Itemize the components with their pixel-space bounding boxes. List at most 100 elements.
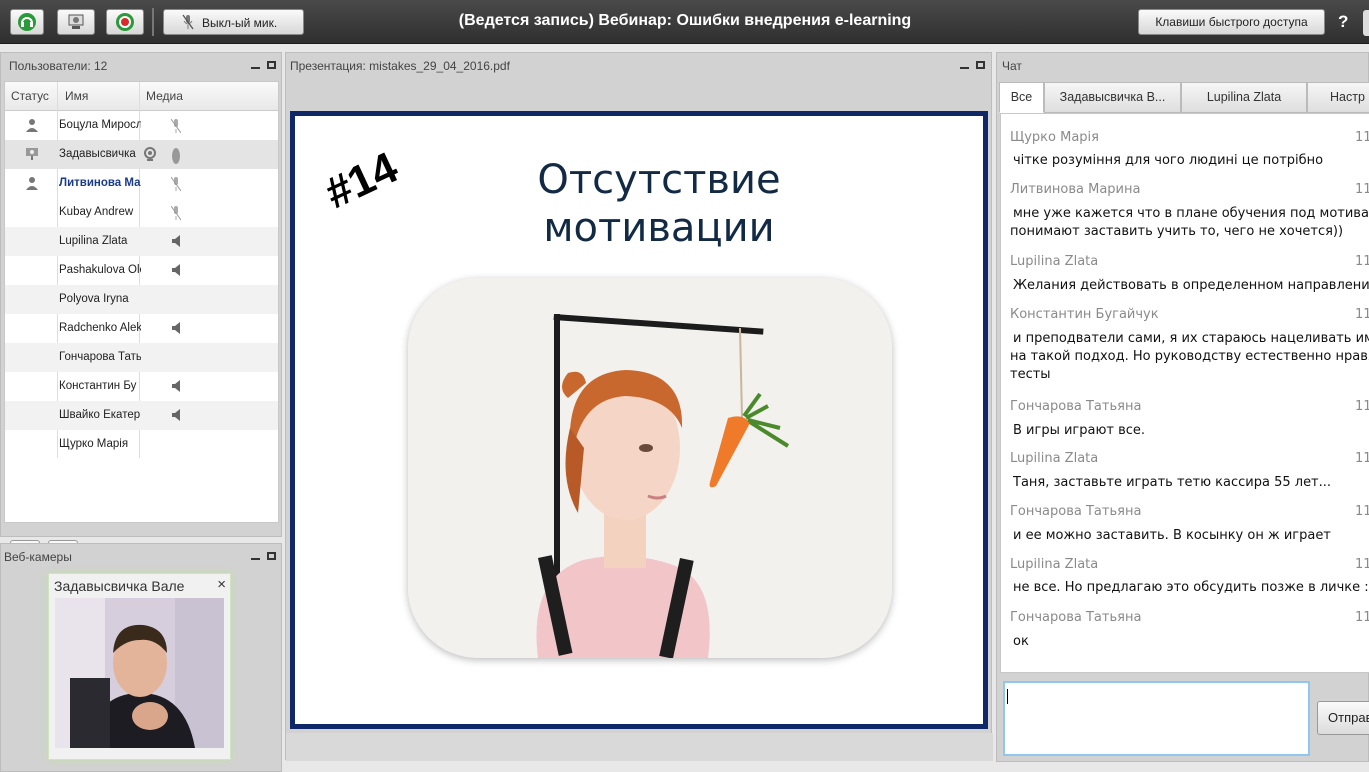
user-row[interactable]: Константин Бу: [5, 372, 278, 401]
message-time: 11: [1355, 399, 1369, 414]
slide-title-line-2: мотивации: [543, 205, 775, 251]
record-button[interactable]: [106, 9, 144, 35]
minimize-icon[interactable]: [251, 67, 260, 69]
users-panel: Пользователи: 12 Статус Имя Медиа Боцула…: [0, 52, 282, 572]
webcam-video-frame: [55, 598, 224, 748]
message-text: понимают заставить учить то, чего не хоч…: [1010, 224, 1344, 239]
message-sender: Литвинова Марина: [1010, 182, 1141, 197]
tab-all[interactable]: Все: [999, 82, 1044, 113]
speaker-icon: [172, 322, 180, 334]
maximize-icon[interactable]: [267, 552, 276, 560]
minimize-icon[interactable]: [251, 558, 260, 560]
speaker-icon: [172, 409, 180, 421]
mic-off-icon: [171, 205, 181, 221]
mic-off-icon: [171, 176, 181, 192]
message-time: 11: [1355, 557, 1369, 572]
top-toolbar: Выкл-ый мик. (Ведется запись) Вебинар: О…: [0, 0, 1369, 44]
user-name-current: Литвинова Ма: [59, 177, 141, 189]
logout-button[interactable]: [1363, 10, 1369, 36]
slide-title: Отсутствие мотивации: [295, 156, 983, 252]
speaker-icon: [172, 264, 180, 276]
webcam-window[interactable]: Задавысвичка Вале ×: [48, 573, 231, 760]
message-time: 11: [1355, 182, 1369, 197]
toolbar-separator: [152, 8, 154, 36]
webinar-app: Выкл-ый мик. (Ведется запись) Вебинар: О…: [0, 0, 1369, 772]
message-time: 11: [1355, 610, 1369, 625]
user-row[interactable]: Radchenko Alek: [5, 314, 278, 343]
send-button[interactable]: Отправ: [1317, 701, 1369, 735]
column-header-name[interactable]: Имя: [65, 89, 88, 103]
close-icon[interactable]: ×: [217, 576, 226, 593]
presentation-slide: #14 Отсутствие мотивации: [290, 111, 988, 729]
user-name: Lupilina Zlata: [59, 235, 128, 247]
help-button[interactable]: ?: [1338, 12, 1348, 32]
message-time: 11: [1355, 307, 1369, 322]
message-sender: Гончарова Татьяна: [1010, 504, 1142, 519]
user-name: Швайко Екатер: [59, 409, 141, 421]
presenter-icon: [26, 148, 38, 160]
user-row[interactable]: Гончарова Тать: [5, 343, 278, 372]
carrot-on-stick-image: [408, 278, 892, 658]
user-name: Radchenko Alek: [59, 322, 141, 334]
tab-private-lupilina[interactable]: Lupilina Zlata: [1181, 82, 1307, 113]
message-sender: Щурко Марія: [1010, 130, 1099, 145]
chat-panel-title: Чат: [1002, 59, 1022, 73]
tab-private-zadavysvichka[interactable]: Задавысвичка В...: [1044, 82, 1181, 113]
presentation-panel: Презентация: mistakes_29_04_2016.pdf #14…: [285, 52, 993, 761]
message-text: тесты: [1010, 367, 1051, 382]
message-time: 11: [1355, 451, 1369, 466]
message-text: Желания действовать в определенном напра…: [1013, 278, 1369, 293]
mic-active-icon: [172, 148, 180, 164]
user-row[interactable]: Швайко Екатер: [5, 401, 278, 430]
user-name: Kubay Andrew: [59, 206, 134, 218]
minimize-icon[interactable]: [960, 67, 969, 69]
users-panel-title: Пользователи: 12: [9, 59, 108, 73]
shortcut-keys-button[interactable]: Клавиши быстрого доступа: [1138, 9, 1325, 35]
webcam-share-button[interactable]: [57, 9, 95, 35]
tab-settings[interactable]: Настр: [1307, 82, 1369, 113]
webcam-video: [55, 598, 224, 748]
person-icon: [26, 177, 38, 190]
person-icon: [26, 119, 38, 132]
message-time: 11: [1355, 504, 1369, 519]
user-row[interactable]: Lupilina Zlata: [5, 227, 278, 256]
message-time: 11: [1355, 130, 1369, 145]
user-row[interactable]: Боцула Миросл: [5, 111, 278, 140]
user-name: Боцула Миросл: [59, 119, 141, 131]
user-name: Щурко Марія: [59, 438, 129, 450]
user-row[interactable]: Kubay Andrew: [5, 198, 278, 227]
column-header-media[interactable]: Медиа: [146, 89, 183, 103]
message-time: 11: [1355, 254, 1369, 269]
message-text: ок: [1013, 634, 1029, 649]
maximize-icon[interactable]: [267, 61, 276, 69]
message-sender: Гончарова Татьяна: [1010, 610, 1142, 625]
chat-messages: Щурко Марія 11 чітке розуміння для чого …: [1000, 113, 1369, 673]
desktop-share-icon: [68, 14, 84, 29]
message-sender: Константин Бугайчук: [1010, 307, 1159, 322]
speaker-icon: [172, 380, 180, 392]
message-text: не все. Но предлагаю это обсудить позже …: [1013, 580, 1369, 595]
slide-title-line-1: Отсутствие: [537, 157, 781, 203]
headset-button[interactable]: [10, 9, 44, 35]
user-row[interactable]: Pashakulova Ole: [5, 256, 278, 285]
webcams-panel-title: Веб-камеры: [4, 550, 72, 564]
speaker-icon: [172, 235, 180, 247]
chat-message-input[interactable]: [1003, 681, 1310, 756]
mic-off-icon: [171, 118, 181, 134]
message-sender: Гончарова Татьяна: [1010, 399, 1142, 414]
column-header-status[interactable]: Статус: [11, 89, 49, 103]
maximize-icon[interactable]: [976, 61, 985, 69]
message-sender: Lupilina Zlata: [1010, 254, 1099, 269]
user-row[interactable]: Щурко Марія: [5, 430, 278, 459]
message-text: В игры играют все.: [1013, 423, 1146, 438]
mic-off-icon: [182, 14, 194, 30]
user-row[interactable]: Литвинова Ма: [5, 169, 278, 198]
user-row[interactable]: Polyova Iryna: [5, 285, 278, 314]
shortcut-keys-label: Клавиши быстрого доступа: [1155, 15, 1308, 29]
user-row[interactable]: Задавысвичка: [5, 140, 278, 169]
message-sender: Lupilina Zlata: [1010, 451, 1099, 466]
mute-mic-button[interactable]: Выкл-ый мик.: [163, 9, 304, 35]
user-name: Задавысвичка: [59, 148, 136, 160]
message-text: Таня, заставьте играть тетю кассира 55 л…: [1013, 475, 1332, 490]
user-name: Константин Бу: [59, 380, 137, 392]
